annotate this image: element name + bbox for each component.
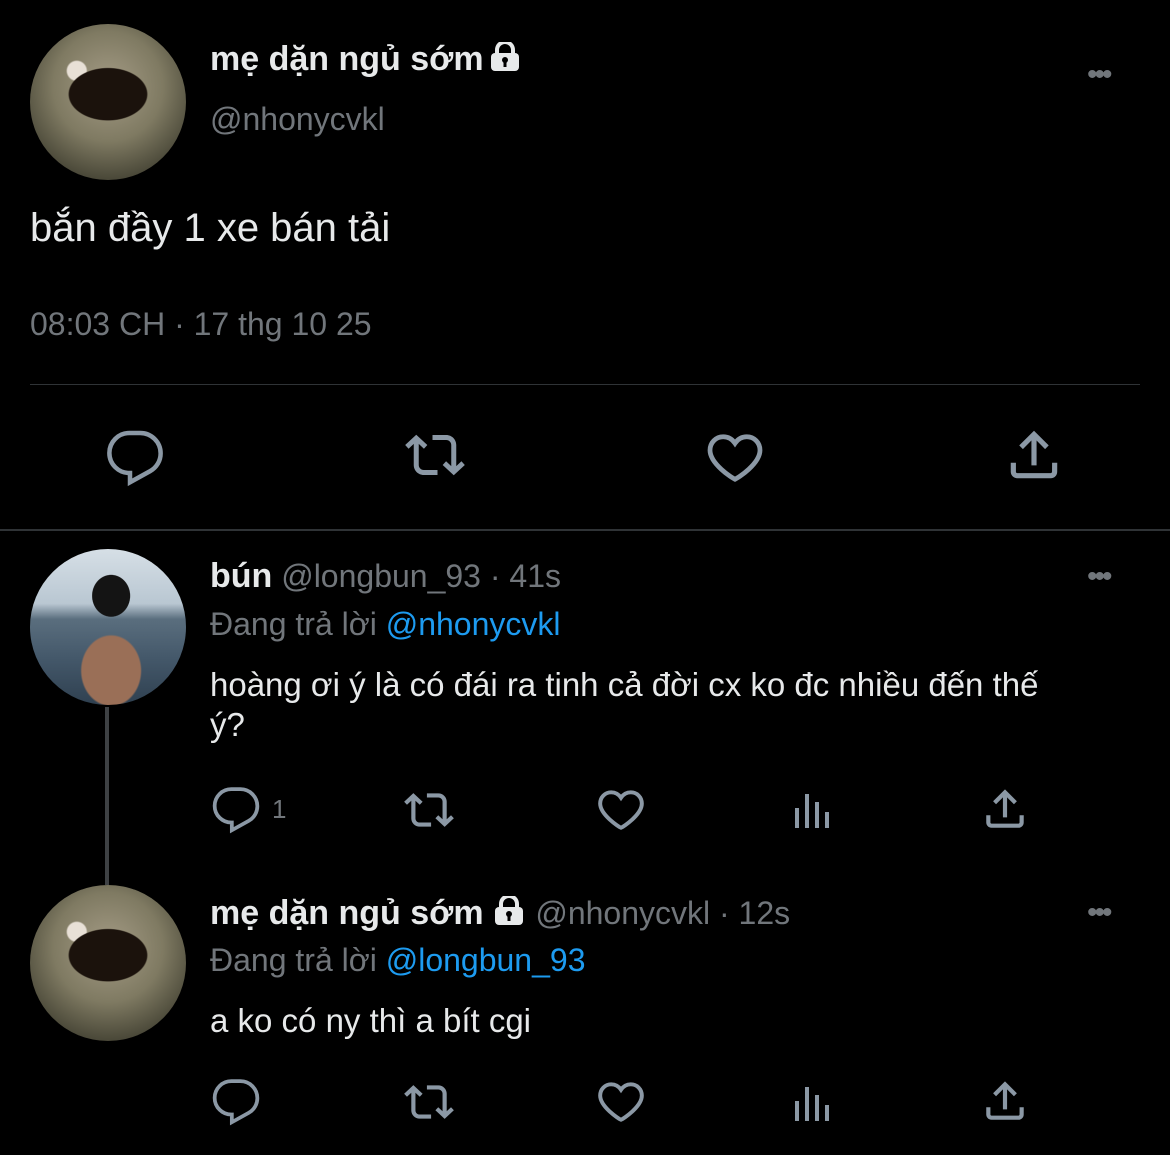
main-timestamp[interactable]: 08:03 CH · 17 thg 10 25 bbox=[30, 306, 372, 343]
main-handle[interactable]: @nhonycvkl bbox=[210, 101, 385, 138]
more-icon[interactable]: ••• bbox=[1087, 560, 1112, 594]
reply2-time[interactable]: · 12s bbox=[719, 895, 790, 931]
thread-line bbox=[105, 707, 109, 885]
reply-icon[interactable] bbox=[105, 428, 165, 488]
more-icon[interactable]: ••• bbox=[1087, 896, 1112, 930]
divider bbox=[30, 384, 1140, 385]
reply-icon[interactable] bbox=[211, 1077, 261, 1127]
reply1-text: hoàng ơi ý là có đái ra tinh cả đời cx k… bbox=[210, 665, 1038, 745]
reply1-reply-count: 1 bbox=[272, 794, 287, 824]
avatar-main[interactable] bbox=[30, 24, 186, 180]
reply1-replying-to: Đang trả lời @nhonycvkl bbox=[210, 606, 561, 643]
avatar-reply2[interactable] bbox=[30, 885, 186, 1041]
replying-to-link[interactable]: @nhonycvkl bbox=[386, 606, 561, 642]
reply1-text-line2: ý? bbox=[210, 706, 245, 743]
views-icon[interactable] bbox=[789, 786, 837, 834]
main-display-name[interactable]: mẹ dặn ngủ sớm bbox=[210, 40, 484, 78]
divider bbox=[0, 529, 1170, 531]
lock-icon bbox=[492, 894, 526, 934]
reply2-handle[interactable]: @nhonycvkl bbox=[535, 895, 710, 931]
like-icon[interactable] bbox=[596, 1077, 646, 1127]
reply1-time[interactable]: · 41s bbox=[490, 558, 561, 594]
reply2-display-name[interactable]: mẹ dặn ngủ sớm bbox=[210, 894, 484, 932]
like-icon[interactable] bbox=[596, 785, 646, 835]
share-icon[interactable] bbox=[980, 1076, 1030, 1126]
reply2-header: mẹ dặn ngủ sớm @nhonycvkl · 12s bbox=[210, 894, 790, 934]
main-author-row: mẹ dặn ngủ sớm bbox=[210, 40, 522, 79]
reply1-handle[interactable]: @longbun_93 bbox=[281, 558, 481, 594]
replying-to-link[interactable]: @longbun_93 bbox=[386, 942, 586, 978]
avatar-reply1[interactable] bbox=[30, 549, 186, 705]
more-icon[interactable]: ••• bbox=[1087, 58, 1112, 92]
reply1-text-line1: hoàng ơi ý là có đái ra tinh cả đời cx k… bbox=[210, 666, 1039, 703]
main-tweet-text: bắn đầy 1 xe bán tải bbox=[30, 206, 391, 250]
replying-prefix: Đang trả lời bbox=[210, 606, 377, 642]
retweet-icon[interactable] bbox=[401, 785, 457, 835]
lock-icon bbox=[488, 40, 522, 77]
retweet-icon[interactable] bbox=[401, 1077, 457, 1127]
like-icon[interactable] bbox=[705, 428, 765, 488]
reply-icon[interactable] bbox=[211, 785, 261, 835]
share-icon[interactable] bbox=[980, 784, 1030, 834]
views-icon[interactable] bbox=[789, 1079, 837, 1127]
reply1-header: bún @longbun_93 · 41s bbox=[210, 557, 561, 596]
replying-prefix: Đang trả lời bbox=[210, 942, 377, 978]
retweet-icon[interactable] bbox=[402, 425, 468, 485]
share-icon[interactable] bbox=[1003, 424, 1065, 486]
reply2-text: a ko có ny thì a bít cgi bbox=[210, 1002, 532, 1039]
reply2-replying-to: Đang trả lời @longbun_93 bbox=[210, 942, 585, 979]
reply1-display-name[interactable]: bún bbox=[210, 557, 272, 595]
